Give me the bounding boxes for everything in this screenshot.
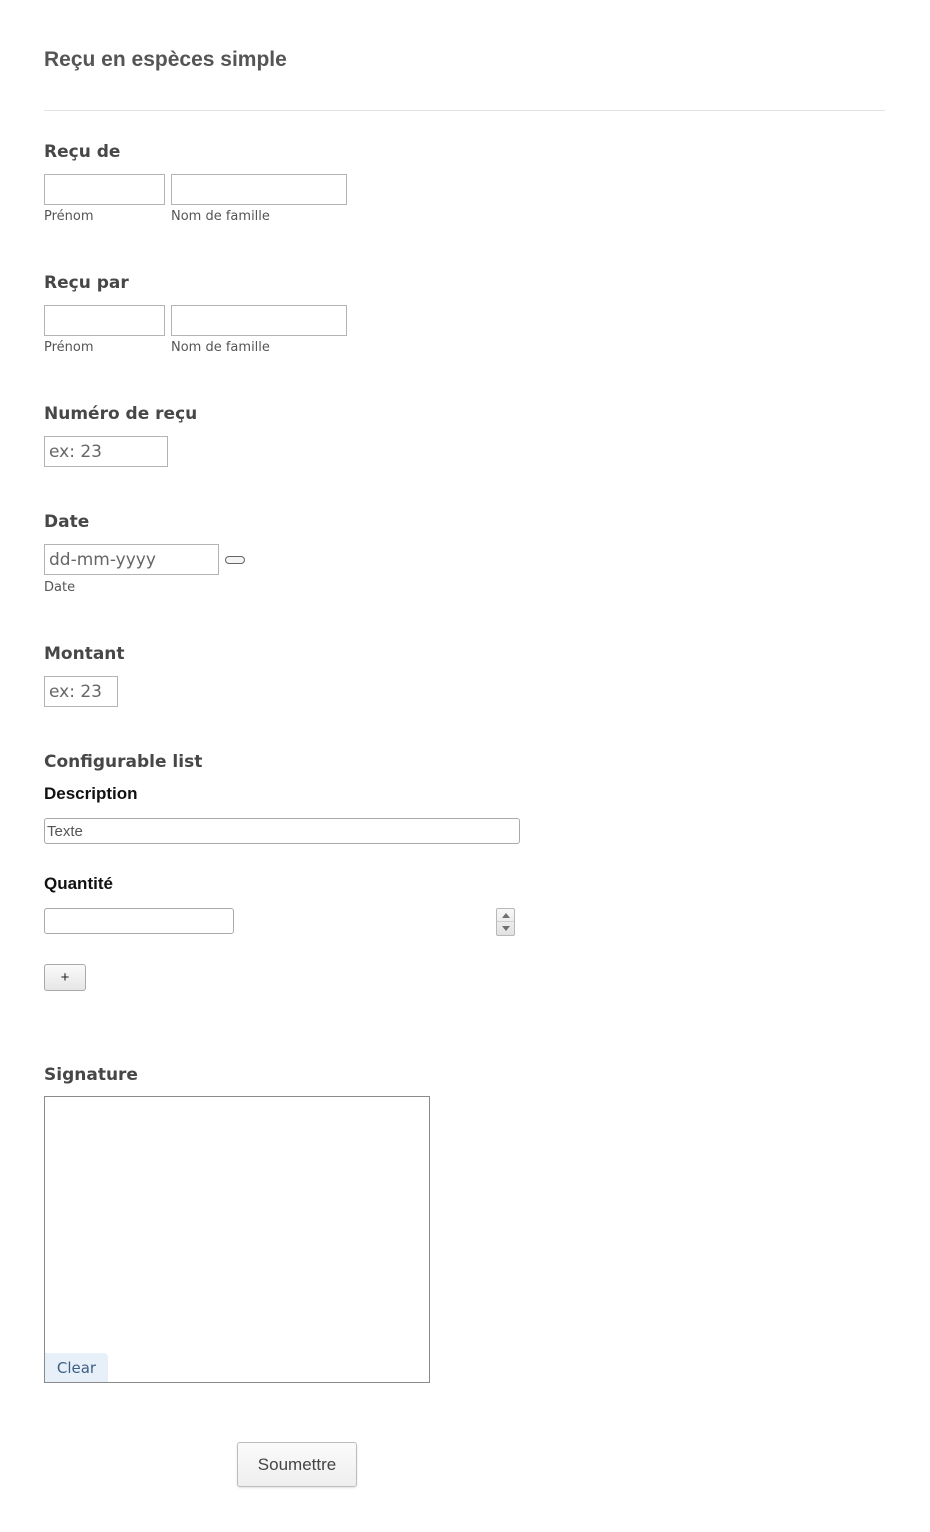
received-by-label: Reçu par [44,273,129,293]
calendar-icon[interactable] [225,556,245,564]
date-sublabel: Date [44,580,76,595]
clear-signature-button[interactable]: Clear [45,1353,108,1382]
received-by-first-name-input[interactable] [44,305,165,336]
received-from-last-name-sublabel: Nom de famille [171,209,270,224]
submit-button[interactable]: Soumettre [237,1442,357,1487]
arrow-up-icon [501,912,510,918]
date-label: Date [44,512,90,532]
configurable-list-label: Configurable list [44,752,203,772]
stepper-up-button[interactable] [497,909,514,922]
description-label: Description [44,784,138,803]
received-by-last-name-input[interactable] [171,305,347,336]
received-by-first-name-sublabel: Prénom [44,340,94,355]
quantity-label: Quantité [44,874,113,893]
signature-label: Signature [44,1065,138,1085]
header-divider [44,110,885,111]
add-row-button[interactable]: + [44,964,86,991]
quantity-input[interactable] [44,908,234,934]
quantity-stepper[interactable] [496,908,515,936]
receipt-number-label: Numéro de reçu [44,404,198,424]
stepper-down-button[interactable] [497,922,514,935]
form-title: Reçu en espèces simple [44,48,287,71]
receipt-number-input[interactable] [44,436,168,467]
signature-pad[interactable] [44,1096,430,1383]
received-from-last-name-input[interactable] [171,174,347,205]
received-by-last-name-sublabel: Nom de famille [171,340,270,355]
description-input[interactable] [44,818,520,844]
received-from-first-name-sublabel: Prénom [44,209,94,224]
arrow-down-icon [501,926,510,931]
amount-input[interactable] [44,676,118,707]
date-input[interactable] [44,544,219,575]
amount-label: Montant [44,644,125,664]
received-from-label: Reçu de [44,142,121,162]
received-from-first-name-input[interactable] [44,174,165,205]
